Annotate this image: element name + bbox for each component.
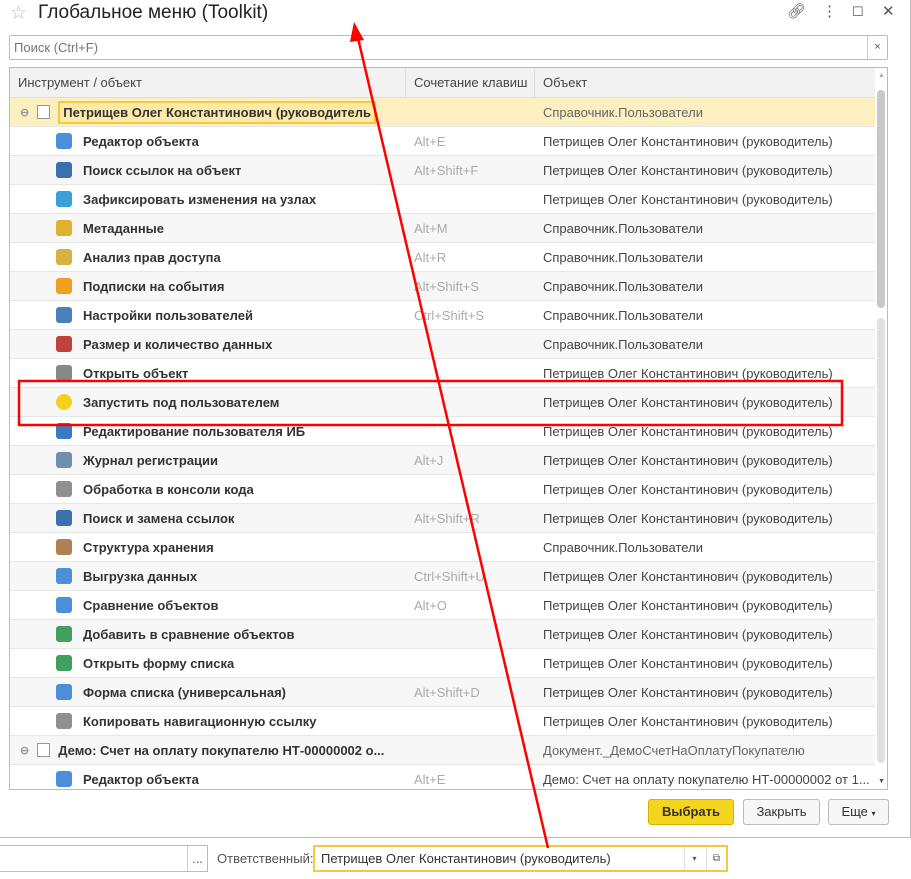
arrow-head [350,22,364,42]
highlight-box [17,379,844,427]
annotation-overlay [17,22,844,849]
annotation-arrow [356,37,550,849]
